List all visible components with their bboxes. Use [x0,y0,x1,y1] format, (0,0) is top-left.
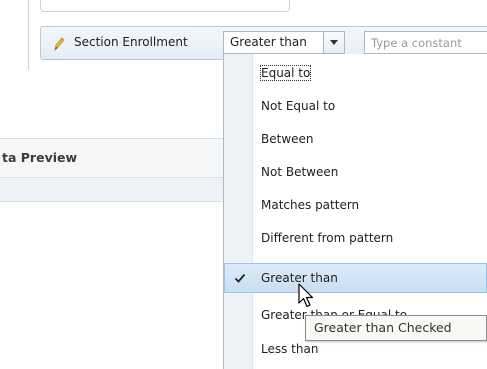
constant-input[interactable] [364,31,487,54]
menu-item-between[interactable]: Between [224,124,487,154]
pencil-icon [54,37,65,51]
operator-dropdown-button[interactable] [323,32,344,53]
data-preview-title: ta Preview [2,150,78,165]
chevron-down-icon [330,40,338,45]
filter-column-label: Section Enrollment [74,35,188,49]
menu-item-label: Between [261,132,314,146]
menu-item-greater-than[interactable]: Greater than [224,263,487,293]
operator-select-value: Greater than [230,35,307,49]
tooltip: Greater than Checked [305,315,487,341]
menu-item-matches-pattern[interactable]: Matches pattern [224,190,487,220]
menu-item-different-from-pattern[interactable]: Different from pattern [224,223,487,253]
operator-select[interactable]: Greater than [223,31,345,54]
menu-item-not-equal-to[interactable]: Not Equal to [224,91,487,121]
menu-item-label: Equal to [259,65,312,81]
check-icon [234,273,246,283]
panel-divider [28,0,29,70]
menu-item-equal-to[interactable]: Equal to [224,58,487,88]
upper-field-box [40,0,290,12]
menu-item-not-between[interactable]: Not Between [224,157,487,187]
menu-item-label: Different from pattern [261,231,394,245]
cursor-icon [298,283,314,308]
menu-item-label: Not Between [261,165,339,179]
tooltip-text: Greater than Checked [314,320,452,335]
menu-item-label: Matches pattern [261,198,360,212]
menu-item-label: Not Equal to [261,99,336,113]
menu-item-label: Less than [261,342,319,356]
